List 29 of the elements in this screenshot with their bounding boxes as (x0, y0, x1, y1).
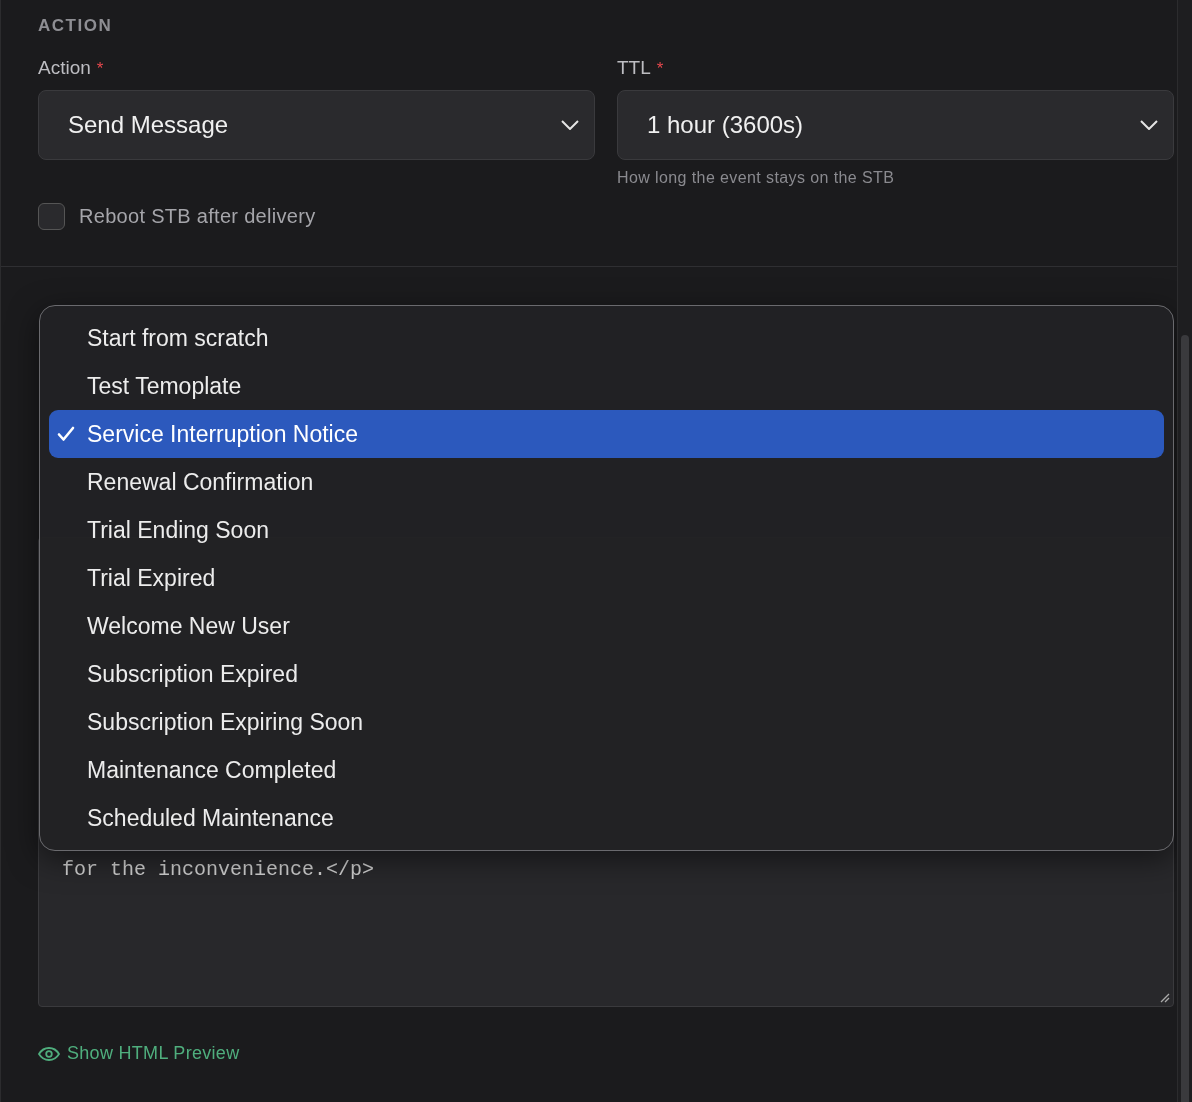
required-mark: * (96, 59, 104, 79)
menu-item[interactable]: Scheduled Maintenance (49, 794, 1164, 842)
menu-item[interactable]: Start from scratch (49, 314, 1164, 362)
menu-item[interactable]: Subscription Expiring Soon (49, 698, 1164, 746)
menu-item[interactable]: Trial Expired (49, 554, 1164, 602)
scrollbar[interactable] (1177, 0, 1192, 1102)
checkbox[interactable] (38, 203, 65, 230)
eye-icon (38, 1046, 60, 1061)
resize-handle-icon[interactable] (1158, 991, 1170, 1003)
field-label: Action (38, 57, 91, 79)
chevron-down-icon (1140, 120, 1158, 130)
section-title: ACTION (38, 16, 114, 36)
check-icon (57, 426, 75, 442)
show-preview-link[interactable]: Show HTML Preview (38, 1043, 240, 1064)
menu-item[interactable]: Maintenance Completed (49, 746, 1164, 794)
menu-item[interactable]: Test Temoplate (49, 362, 1164, 410)
select-field[interactable]: 1 hour (3600s) (617, 90, 1174, 160)
menu-item[interactable]: Welcome New User (49, 602, 1164, 650)
menu-item[interactable]: Service Interruption Notice (49, 410, 1164, 458)
field-hint: How long the event stays on the STB (617, 169, 896, 187)
required-mark: * (656, 59, 664, 79)
menu-item[interactable]: Trial Ending Soon (49, 506, 1164, 554)
menu-item[interactable]: Subscription Expired (49, 650, 1164, 698)
checkbox-label: Reboot STB after delivery (79, 205, 316, 228)
chevron-down-icon (561, 120, 579, 130)
code-text: for the inconvenience.</p> (62, 858, 375, 881)
select-field[interactable]: Send Message (38, 90, 595, 160)
field-label: TTL (617, 57, 651, 79)
menu-item[interactable]: Renewal Confirmation (49, 458, 1164, 506)
